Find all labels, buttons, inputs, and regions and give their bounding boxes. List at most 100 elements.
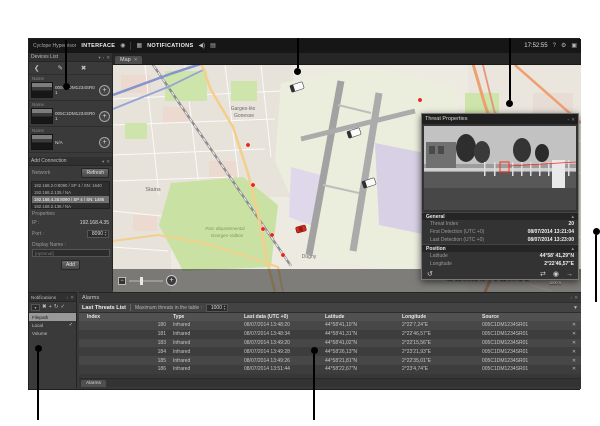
refresh-button[interactable]: Refresh xyxy=(81,168,109,178)
wrench-icon[interactable]: ⚙ xyxy=(561,43,566,49)
collapse-icon[interactable]: ▴ xyxy=(571,214,574,220)
menu-notifications[interactable]: NOTIFICATIONS xyxy=(147,43,193,49)
float-icon[interactable]: ▫ xyxy=(67,295,69,300)
network-listbox[interactable]: 192.168.2.0:8090 / SP 4 / SN: 1640 192.1… xyxy=(31,181,110,209)
chat-icon[interactable]: ▤ xyxy=(210,43,216,49)
infrared-camera-image[interactable] xyxy=(424,126,577,210)
column-longitude[interactable]: Longitude xyxy=(402,314,482,320)
network-list-item[interactable]: 192.168.2.136 / NA xyxy=(32,203,109,208)
grid-icon[interactable]: ▦ xyxy=(136,43,142,49)
pin-icon[interactable]: ▾ xyxy=(102,159,104,164)
delete-threat-button[interactable]: ✕ xyxy=(567,366,581,372)
speaker-icon[interactable]: ◀) xyxy=(198,43,205,49)
threat-dot[interactable] xyxy=(269,232,275,238)
delete-threat-button[interactable]: ✕ xyxy=(567,340,581,346)
rotate-icon[interactable]: ↺ xyxy=(427,271,433,279)
position-section-header[interactable]: Position ▴ xyxy=(422,244,578,252)
threat-table-row[interactable]: 181 Infrared 08/07/2014 13:48:34 44°58'4… xyxy=(79,329,581,339)
check-icon[interactable]: ✓ xyxy=(60,304,65,310)
network-list-item[interactable]: 192.168.2.0:8090 / SP 4 / SN: 1640 xyxy=(32,182,109,189)
spin-down-icon[interactable]: ▼ xyxy=(104,234,107,237)
notification-label: Filepath xyxy=(32,314,49,320)
device-thumbnail[interactable] xyxy=(31,134,53,150)
threat-dot[interactable] xyxy=(250,182,256,188)
close-icon[interactable]: ✕ xyxy=(106,159,110,164)
network-list-item[interactable]: 192.168.2.135 / NA xyxy=(32,189,109,196)
network-list-item[interactable]: 192.168.4.35:8090 / SP 4 / SN: 1485 xyxy=(32,196,109,203)
last-detection-value: 08/07/2014 13:23:00 xyxy=(527,237,574,243)
general-section-header[interactable]: General ▴ xyxy=(422,212,578,220)
notification-row[interactable]: Local ✓ xyxy=(29,321,76,329)
delete-threat-button[interactable]: ✕ xyxy=(567,349,581,355)
close-icon[interactable]: ✕ xyxy=(571,117,575,122)
notification-row[interactable]: Volume ✓ xyxy=(29,329,76,337)
close-tab-icon[interactable]: ✕ xyxy=(134,57,138,63)
close-icon[interactable]: ✕ xyxy=(106,55,110,60)
threat-table-row[interactable]: 180 Infrared 08/07/2014 13:48:20 44°58'4… xyxy=(79,321,581,330)
zoom-in-button[interactable]: + xyxy=(166,275,177,286)
zoom-slider-handle[interactable] xyxy=(140,276,143,285)
column-latitude[interactable]: Latitude xyxy=(325,314,402,320)
threat-table-row[interactable]: 184 Infrared 08/07/2014 13:49:28 44°58'2… xyxy=(79,347,581,357)
device-list-item[interactable]: Name 005C1DM1234SR01 + xyxy=(29,75,112,101)
zoom-out-button[interactable]: − xyxy=(118,276,126,285)
rename-icon[interactable]: ✎ xyxy=(57,65,62,72)
max-threats-label: Maximum threats in the table : xyxy=(135,304,202,311)
column-last-data[interactable]: Last data (UTC +0) xyxy=(244,314,325,320)
threat-dot[interactable] xyxy=(280,252,286,258)
device-thumbnail[interactable] xyxy=(31,82,53,98)
eye-icon[interactable]: ◉ xyxy=(120,43,125,49)
popup-title-bar[interactable]: Threat Properties ▫ ✕ xyxy=(422,114,578,124)
threat-table-row[interactable]: 186 Infrared 08/07/2014 13:51:44 44°58'2… xyxy=(79,364,581,374)
plus-icon[interactable]: + xyxy=(49,304,52,310)
track-arrow-icon[interactable]: → xyxy=(566,271,573,279)
trash-icon[interactable]: ✖ xyxy=(42,304,47,310)
add-connection-button[interactable]: Add xyxy=(61,260,80,270)
spin-down-icon[interactable]: ▼ xyxy=(223,307,226,311)
close-icon[interactable]: ✕ xyxy=(70,295,74,300)
port-stepper[interactable]: 8090 ▲ ▼ xyxy=(87,230,109,238)
zoom-slider[interactable] xyxy=(129,276,163,285)
pin-icon[interactable]: ▾ xyxy=(98,55,100,60)
live-view-icon[interactable]: ◉ xyxy=(553,271,559,279)
notification-row[interactable]: Filepath ✓ xyxy=(29,313,76,321)
float-icon[interactable]: ▫ xyxy=(103,55,105,60)
device-thumbnail[interactable] xyxy=(31,108,53,124)
device-add-button[interactable]: + xyxy=(99,84,110,96)
camera-switch-icon[interactable]: ⇄ xyxy=(540,271,546,279)
column-type[interactable]: Type xyxy=(169,314,244,320)
threat-table-row[interactable]: 185 Infrared 08/07/2014 13:49:26 44°58'2… xyxy=(79,356,581,365)
delete-threat-button[interactable]: ✕ xyxy=(567,331,581,337)
selection-dropdown[interactable]: ▾ xyxy=(31,303,40,311)
refresh-icon[interactable]: ↻ xyxy=(54,304,59,310)
close-icon[interactable]: ✕ xyxy=(574,295,578,300)
display-name-field[interactable] xyxy=(32,249,110,257)
menu-interface[interactable]: INTERFACE xyxy=(81,43,115,49)
device-list-item[interactable]: Name 005C1DM1234SR01 + xyxy=(29,101,112,127)
float-icon[interactable]: ▫ xyxy=(571,295,573,300)
power-icon[interactable]: ▣ xyxy=(571,43,577,49)
collapse-icon[interactable]: ▴ xyxy=(571,246,574,252)
column-index[interactable]: Index xyxy=(79,314,169,320)
threat-dot[interactable] xyxy=(260,226,266,232)
delete-threat-button[interactable]: ✕ xyxy=(567,358,581,364)
threat-dot[interactable] xyxy=(417,97,423,103)
trash-icon[interactable]: ✖ xyxy=(81,65,86,72)
device-list-item[interactable]: Name N/A + xyxy=(29,127,112,153)
cell-longitude: 2°23'21,93"E xyxy=(402,348,431,355)
help-icon[interactable]: ? xyxy=(553,43,556,49)
max-threats-stepper[interactable]: 1000 ▲ ▼ xyxy=(206,303,228,312)
float-icon[interactable]: ▫ xyxy=(568,117,570,122)
tab-map[interactable]: Map ✕ xyxy=(115,56,143,64)
share-icon[interactable]: ❮ xyxy=(34,65,39,72)
threat-dot[interactable] xyxy=(245,142,251,148)
delete-threat-button[interactable]: ✕ xyxy=(567,322,581,328)
column-source[interactable]: Source xyxy=(482,314,567,320)
device-add-button[interactable]: + xyxy=(99,110,110,122)
tab-alarms[interactable]: Alarms xyxy=(81,379,106,387)
device-add-button[interactable]: + xyxy=(99,136,110,148)
max-threats-value: 1000 xyxy=(210,304,222,311)
map-canvas[interactable]: Garges-lès Gonesse Stains Parc départeme… xyxy=(113,65,581,292)
threat-table-row[interactable]: 183 Infrared 08/07/2014 13:49:20 44°58'4… xyxy=(79,338,581,348)
filter-icon[interactable]: ▼ xyxy=(573,305,578,311)
